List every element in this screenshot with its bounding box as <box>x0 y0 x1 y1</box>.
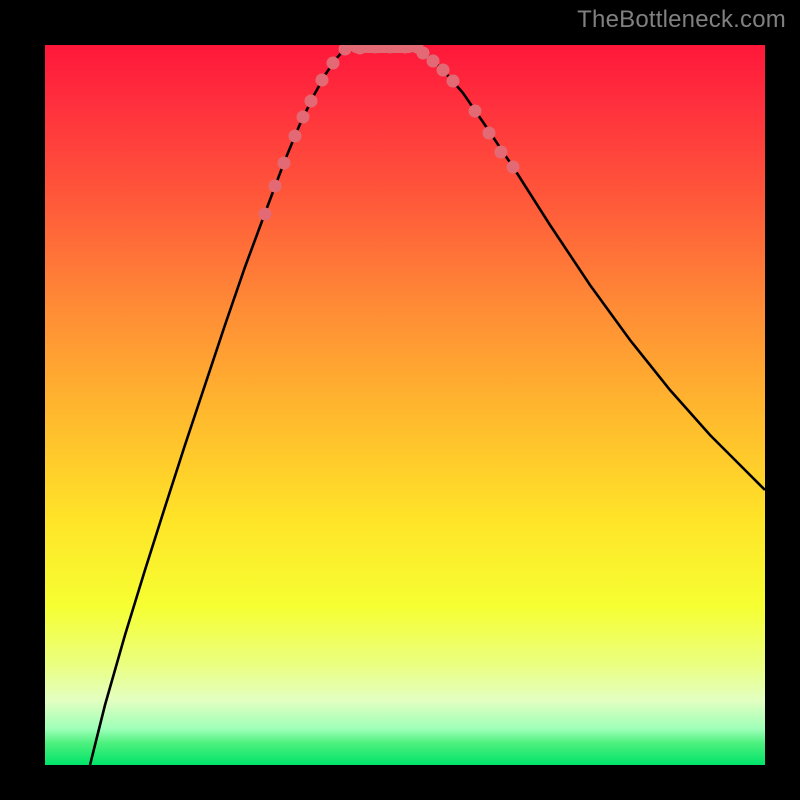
left-curve <box>90 47 350 765</box>
data-marker <box>278 157 291 170</box>
data-marker <box>427 55 440 68</box>
data-markers <box>259 45 520 221</box>
data-marker <box>327 57 340 70</box>
chart-plot-area <box>45 45 765 765</box>
right-curve <box>415 47 765 490</box>
data-marker <box>259 208 272 221</box>
chart-svg <box>45 45 765 765</box>
data-marker <box>289 130 302 143</box>
data-marker <box>437 64 450 77</box>
data-marker <box>507 161 520 174</box>
data-marker <box>483 127 496 140</box>
data-marker <box>469 105 482 118</box>
data-marker <box>269 180 282 193</box>
data-marker <box>297 111 310 124</box>
data-marker <box>495 146 508 159</box>
data-marker <box>305 95 318 108</box>
data-marker <box>447 75 460 88</box>
data-marker <box>354 45 367 55</box>
data-marker <box>316 74 329 87</box>
watermark-text: TheBottleneck.com <box>577 6 786 34</box>
